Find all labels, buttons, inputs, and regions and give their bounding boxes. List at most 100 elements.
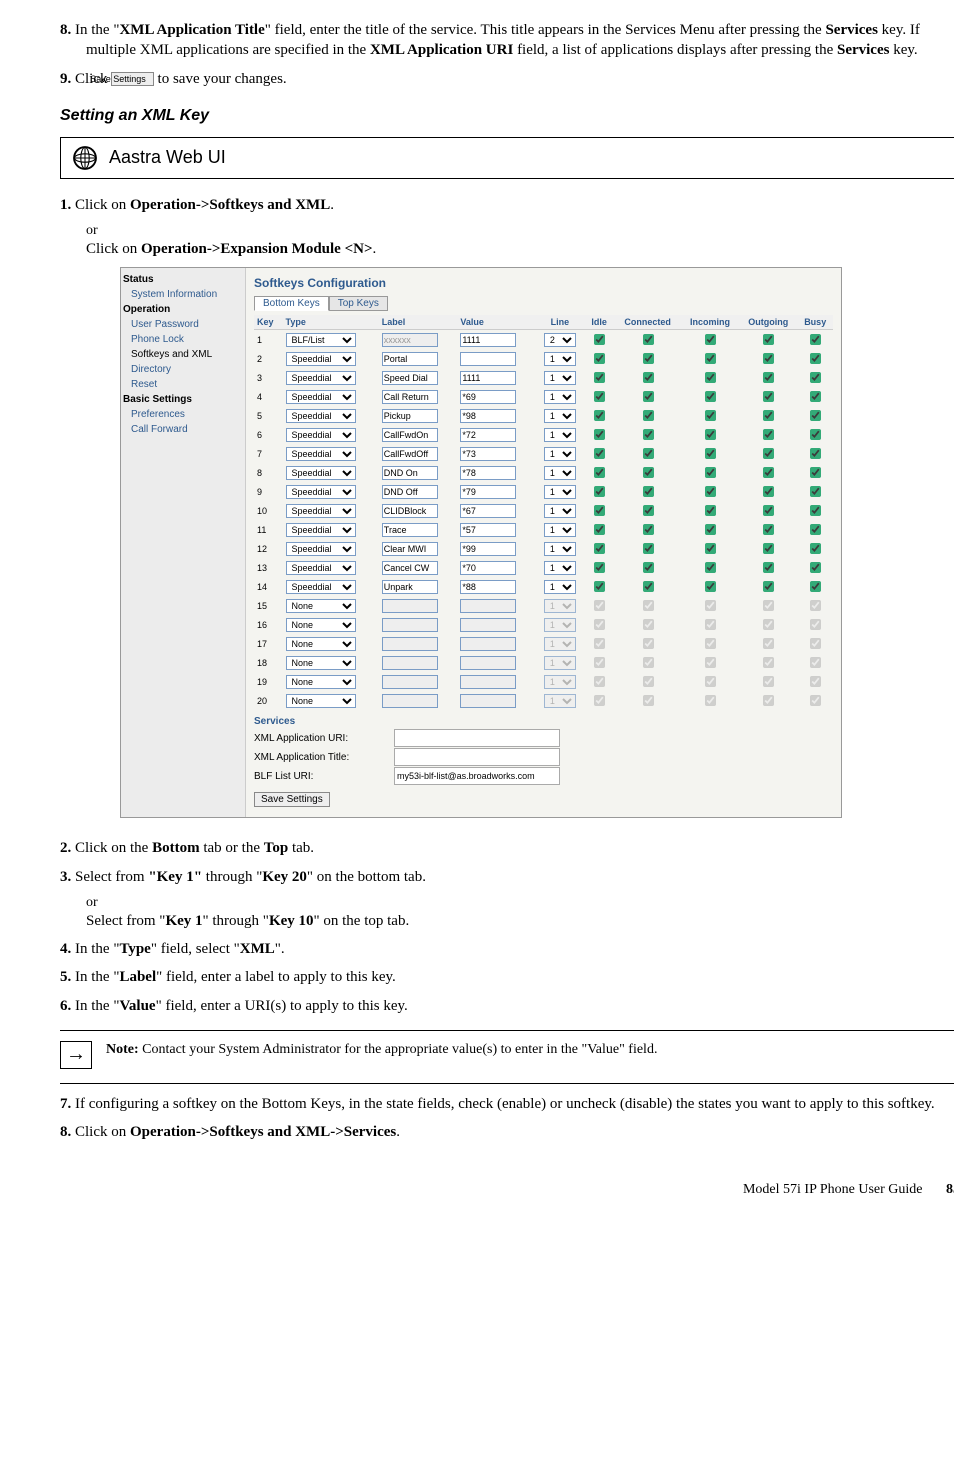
state-checkbox[interactable] xyxy=(705,524,716,535)
state-checkbox[interactable] xyxy=(763,581,774,592)
state-checkbox[interactable] xyxy=(643,524,654,535)
label-input[interactable] xyxy=(382,523,438,537)
state-checkbox[interactable] xyxy=(594,638,605,649)
state-checkbox[interactable] xyxy=(643,543,654,554)
state-checkbox[interactable] xyxy=(643,581,654,592)
state-checkbox[interactable] xyxy=(643,619,654,630)
state-checkbox[interactable] xyxy=(594,695,605,706)
state-checkbox[interactable] xyxy=(810,410,821,421)
state-checkbox[interactable] xyxy=(810,391,821,402)
type-select[interactable]: Speeddial xyxy=(286,485,356,499)
value-input[interactable] xyxy=(460,352,516,366)
state-checkbox[interactable] xyxy=(594,429,605,440)
state-checkbox[interactable] xyxy=(810,467,821,478)
state-checkbox[interactable] xyxy=(810,429,821,440)
state-checkbox[interactable] xyxy=(705,353,716,364)
label-input[interactable] xyxy=(382,371,438,385)
state-checkbox[interactable] xyxy=(594,372,605,383)
value-input[interactable] xyxy=(460,485,516,499)
line-select[interactable]: 1 xyxy=(544,466,576,480)
state-checkbox[interactable] xyxy=(810,695,821,706)
value-input[interactable] xyxy=(460,390,516,404)
state-checkbox[interactable] xyxy=(763,562,774,573)
state-checkbox[interactable] xyxy=(594,334,605,345)
state-checkbox[interactable] xyxy=(763,657,774,668)
tab-top-keys[interactable]: Top Keys xyxy=(329,296,388,311)
state-checkbox[interactable] xyxy=(643,562,654,573)
state-checkbox[interactable] xyxy=(763,391,774,402)
label-input[interactable] xyxy=(382,675,438,689)
state-checkbox[interactable] xyxy=(594,410,605,421)
state-checkbox[interactable] xyxy=(705,391,716,402)
state-checkbox[interactable] xyxy=(594,486,605,497)
state-checkbox[interactable] xyxy=(594,448,605,459)
label-input[interactable] xyxy=(382,504,438,518)
state-checkbox[interactable] xyxy=(810,562,821,573)
state-checkbox[interactable] xyxy=(705,410,716,421)
label-input[interactable] xyxy=(382,656,438,670)
state-checkbox[interactable] xyxy=(810,334,821,345)
label-input[interactable] xyxy=(382,580,438,594)
value-input[interactable] xyxy=(460,656,516,670)
state-checkbox[interactable] xyxy=(705,467,716,478)
state-checkbox[interactable] xyxy=(810,505,821,516)
state-checkbox[interactable] xyxy=(705,334,716,345)
state-checkbox[interactable] xyxy=(810,676,821,687)
state-checkbox[interactable] xyxy=(705,562,716,573)
label-input[interactable] xyxy=(382,447,438,461)
line-select[interactable]: 1 xyxy=(544,637,576,651)
type-select[interactable]: Speeddial xyxy=(286,561,356,575)
state-checkbox[interactable] xyxy=(594,353,605,364)
state-checkbox[interactable] xyxy=(763,619,774,630)
line-select[interactable]: 1 xyxy=(544,618,576,632)
state-checkbox[interactable] xyxy=(705,429,716,440)
line-select[interactable]: 1 xyxy=(544,599,576,613)
state-checkbox[interactable] xyxy=(643,486,654,497)
state-checkbox[interactable] xyxy=(705,581,716,592)
value-input[interactable] xyxy=(460,675,516,689)
nav-item[interactable]: Phone Lock xyxy=(123,332,243,347)
save-settings-button[interactable]: Save Settings xyxy=(254,792,330,807)
nav-item[interactable]: Preferences xyxy=(123,407,243,422)
state-checkbox[interactable] xyxy=(763,410,774,421)
state-checkbox[interactable] xyxy=(594,657,605,668)
label-input[interactable] xyxy=(382,390,438,404)
state-checkbox[interactable] xyxy=(643,391,654,402)
label-input[interactable] xyxy=(382,599,438,613)
state-checkbox[interactable] xyxy=(763,524,774,535)
state-checkbox[interactable] xyxy=(810,638,821,649)
state-checkbox[interactable] xyxy=(763,372,774,383)
type-select[interactable]: None xyxy=(286,656,356,670)
value-input[interactable] xyxy=(460,561,516,575)
state-checkbox[interactable] xyxy=(810,581,821,592)
state-checkbox[interactable] xyxy=(594,600,605,611)
line-select[interactable]: 1 xyxy=(544,371,576,385)
line-select[interactable]: 2 xyxy=(544,333,576,347)
state-checkbox[interactable] xyxy=(643,600,654,611)
value-input[interactable] xyxy=(460,580,516,594)
state-checkbox[interactable] xyxy=(643,638,654,649)
state-checkbox[interactable] xyxy=(594,562,605,573)
state-checkbox[interactable] xyxy=(763,638,774,649)
type-select[interactable]: Speeddial xyxy=(286,466,356,480)
line-select[interactable]: 1 xyxy=(544,352,576,366)
state-checkbox[interactable] xyxy=(763,676,774,687)
type-select[interactable]: Speeddial xyxy=(286,542,356,556)
value-input[interactable] xyxy=(460,428,516,442)
state-checkbox[interactable] xyxy=(643,372,654,383)
line-select[interactable]: 1 xyxy=(544,428,576,442)
nav-item[interactable]: Directory xyxy=(123,362,243,377)
value-input[interactable] xyxy=(460,618,516,632)
line-select[interactable]: 1 xyxy=(544,409,576,423)
type-select[interactable]: Speeddial xyxy=(286,523,356,537)
state-checkbox[interactable] xyxy=(763,600,774,611)
type-select[interactable]: Speeddial xyxy=(286,580,356,594)
state-checkbox[interactable] xyxy=(643,410,654,421)
state-checkbox[interactable] xyxy=(705,600,716,611)
value-input[interactable] xyxy=(460,447,516,461)
state-checkbox[interactable] xyxy=(763,486,774,497)
state-checkbox[interactable] xyxy=(643,467,654,478)
state-checkbox[interactable] xyxy=(594,524,605,535)
state-checkbox[interactable] xyxy=(594,619,605,630)
line-select[interactable]: 1 xyxy=(544,485,576,499)
